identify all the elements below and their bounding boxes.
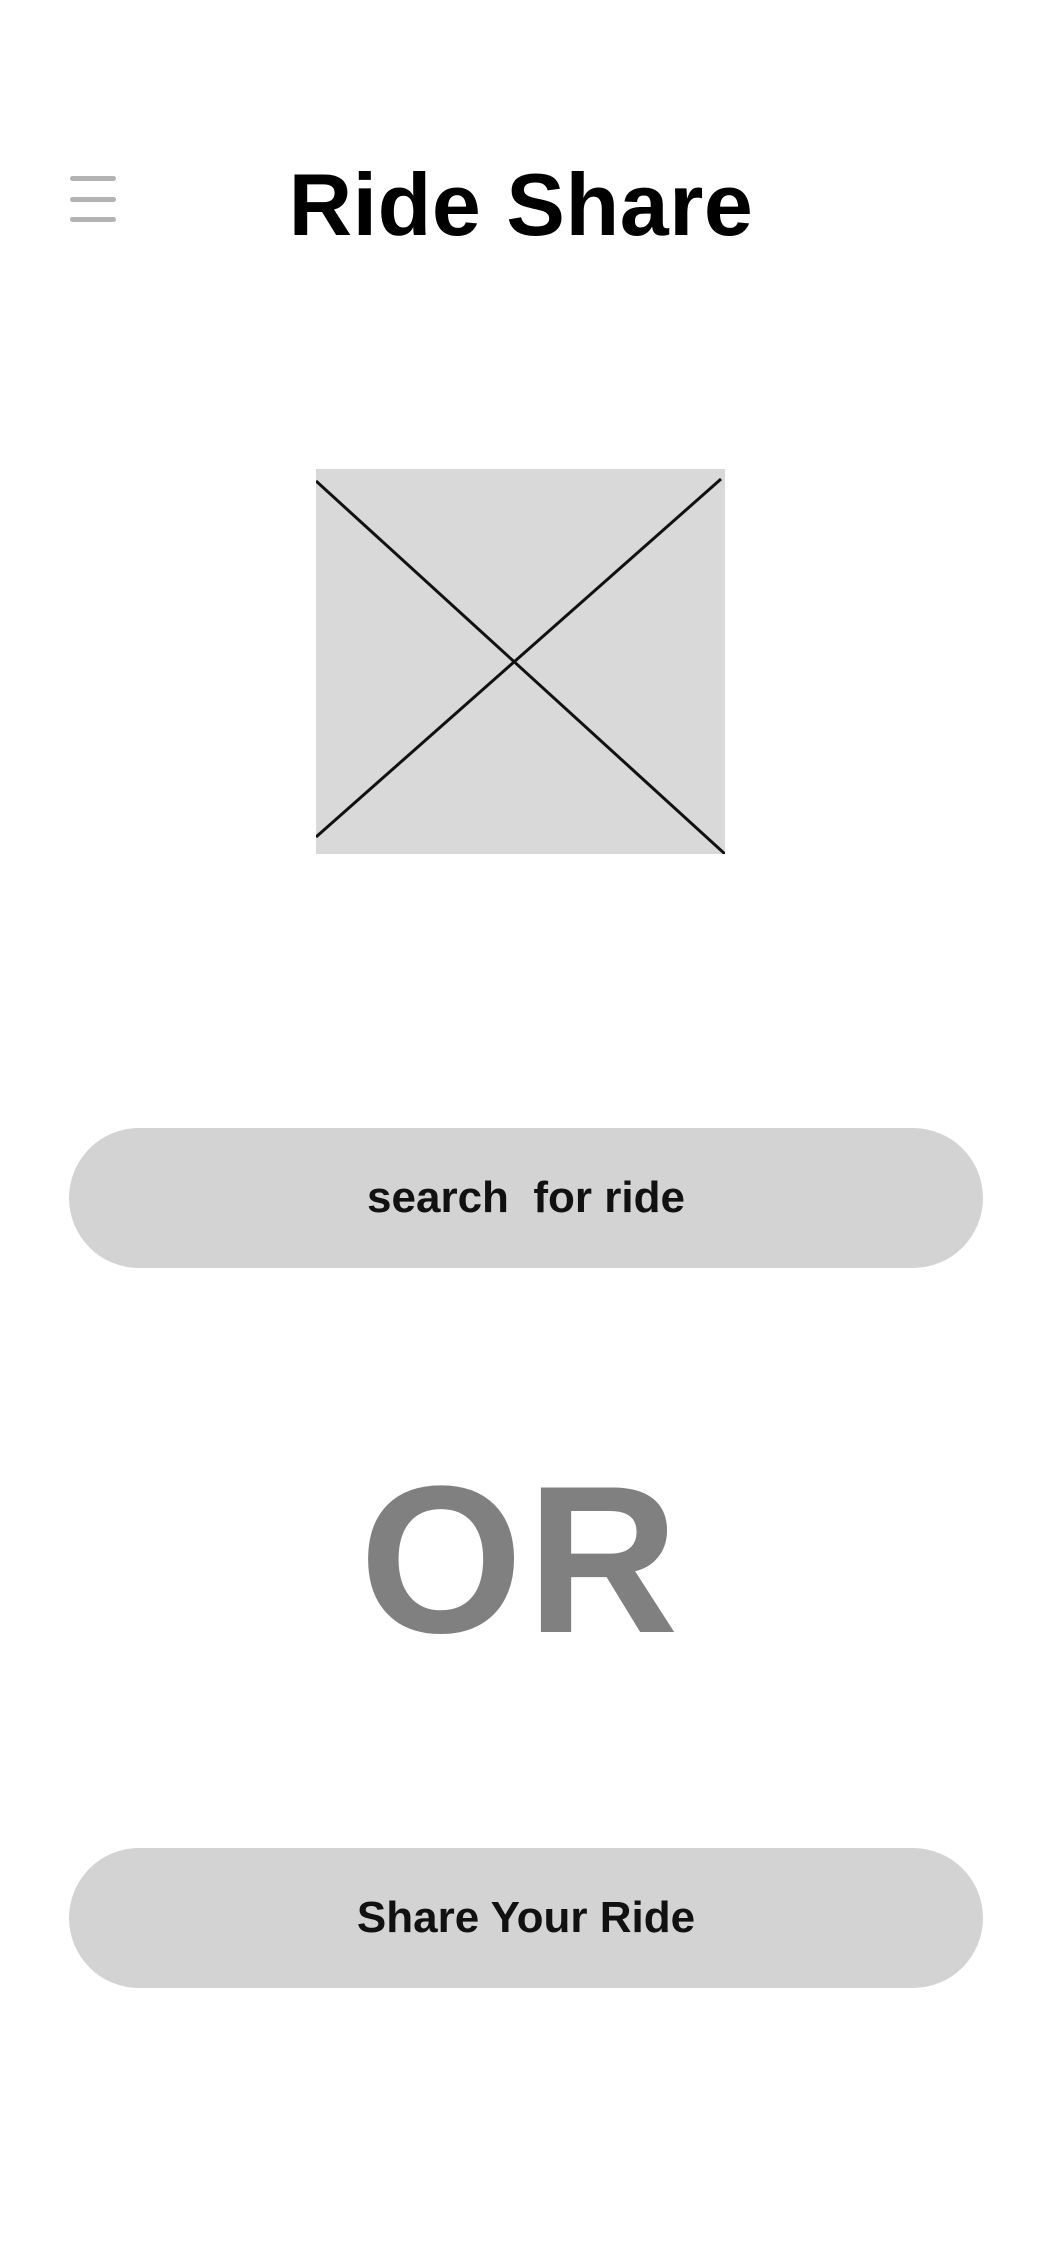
share-your-ride-button[interactable]: Share Your Ride — [69, 1848, 983, 1988]
image-placeholder-icon — [316, 469, 725, 854]
placeholder-cross-icon — [316, 477, 725, 854]
or-divider-label: OR — [359, 1442, 683, 1677]
search-for-ride-button[interactable]: search for ride — [69, 1128, 983, 1268]
ride-share-screen: Ride Share search for ride OR Share Your… — [0, 0, 1042, 2256]
page-title: Ride Share — [288, 155, 754, 254]
